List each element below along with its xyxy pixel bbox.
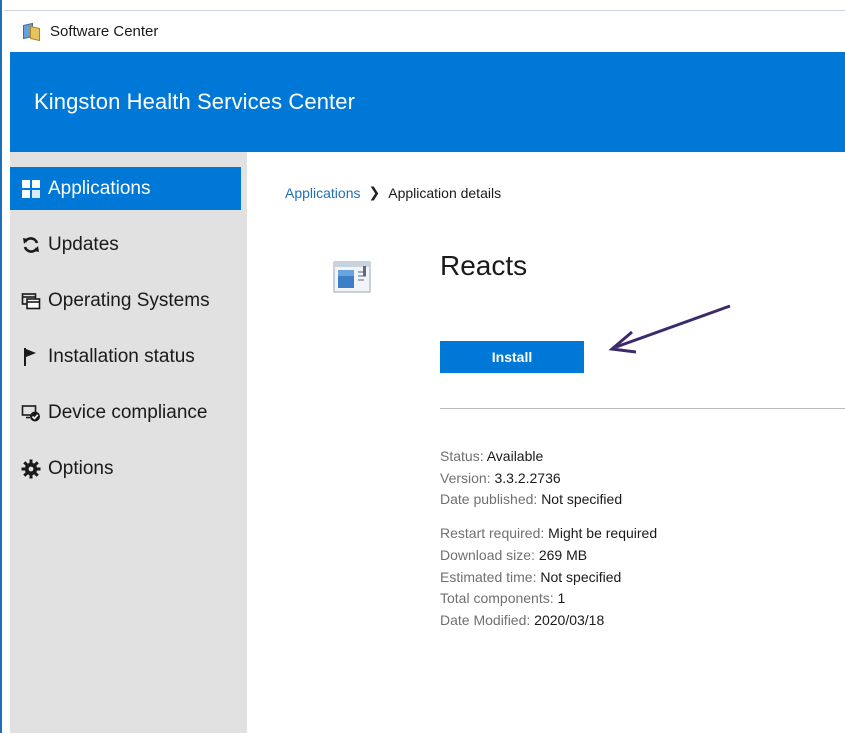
sidebar-item-label: Applications: [48, 177, 151, 199]
breadcrumb-applications-link[interactable]: Applications: [285, 185, 361, 201]
windows-stack-icon: [20, 290, 42, 312]
chevron-right-icon: ❯: [368, 184, 381, 200]
detail-date-modified: Date Modified: 2020/03/18: [440, 611, 605, 628]
sidebar: Applications Updates Operating Systems I…: [10, 152, 247, 733]
detail-total-components: Total components: 1: [440, 590, 566, 607]
sidebar-item-updates[interactable]: Updates: [10, 223, 241, 266]
sidebar-item-label: Options: [48, 457, 114, 479]
header-banner: Kingston Health Services Center: [10, 52, 845, 152]
detail-download-size: Download size: 269 MB: [440, 546, 588, 563]
software-center-icon: [22, 22, 42, 42]
detail-date-published: Date published: Not specified: [440, 491, 623, 508]
sidebar-item-operating-systems[interactable]: Operating Systems: [10, 279, 241, 322]
organization-title: Kingston Health Services Center: [34, 89, 356, 114]
applications-grid-icon: [20, 178, 42, 200]
detail-status: Status: Available: [440, 448, 544, 464]
breadcrumb: Applications ❯ Application details: [285, 184, 501, 201]
sidebar-item-label: Installation status: [48, 345, 195, 367]
device-check-icon: [20, 402, 42, 424]
sidebar-item-label: Operating Systems: [48, 289, 210, 311]
software-center-window: Software Center Kingston Health Services…: [0, 0, 845, 733]
install-button[interactable]: Install: [440, 341, 584, 373]
sidebar-item-device-compliance[interactable]: Device compliance: [10, 391, 241, 434]
sidebar-item-applications[interactable]: Applications: [10, 167, 241, 210]
refresh-icon: [20, 234, 42, 256]
flag-icon: [20, 346, 42, 368]
sidebar-item-label: Updates: [48, 233, 119, 255]
application-name: Reacts: [440, 250, 528, 281]
application-icon: [333, 260, 373, 294]
sidebar-item-options[interactable]: Options: [10, 447, 241, 490]
title-bar: Software Center: [4, 10, 845, 52]
breadcrumb-current: Application details: [388, 184, 502, 201]
detail-estimated-time: Estimated time: Not specified: [440, 568, 622, 585]
window-title: Software Center: [50, 23, 159, 40]
sidebar-item-installation-status[interactable]: Installation status: [10, 335, 241, 378]
annotation-arrow-icon: [608, 304, 731, 354]
divider: [440, 408, 845, 409]
sidebar-item-label: Device compliance: [48, 401, 208, 423]
main-content: Applications ❯ Application details React…: [247, 152, 845, 733]
application-details: Status: Available Version: 3.3.2.2736 Da…: [440, 446, 657, 632]
detail-version: Version: 3.3.2.2736: [440, 469, 561, 486]
gear-icon: [20, 458, 42, 480]
detail-restart-required: Restart required: Might be required: [440, 525, 658, 542]
